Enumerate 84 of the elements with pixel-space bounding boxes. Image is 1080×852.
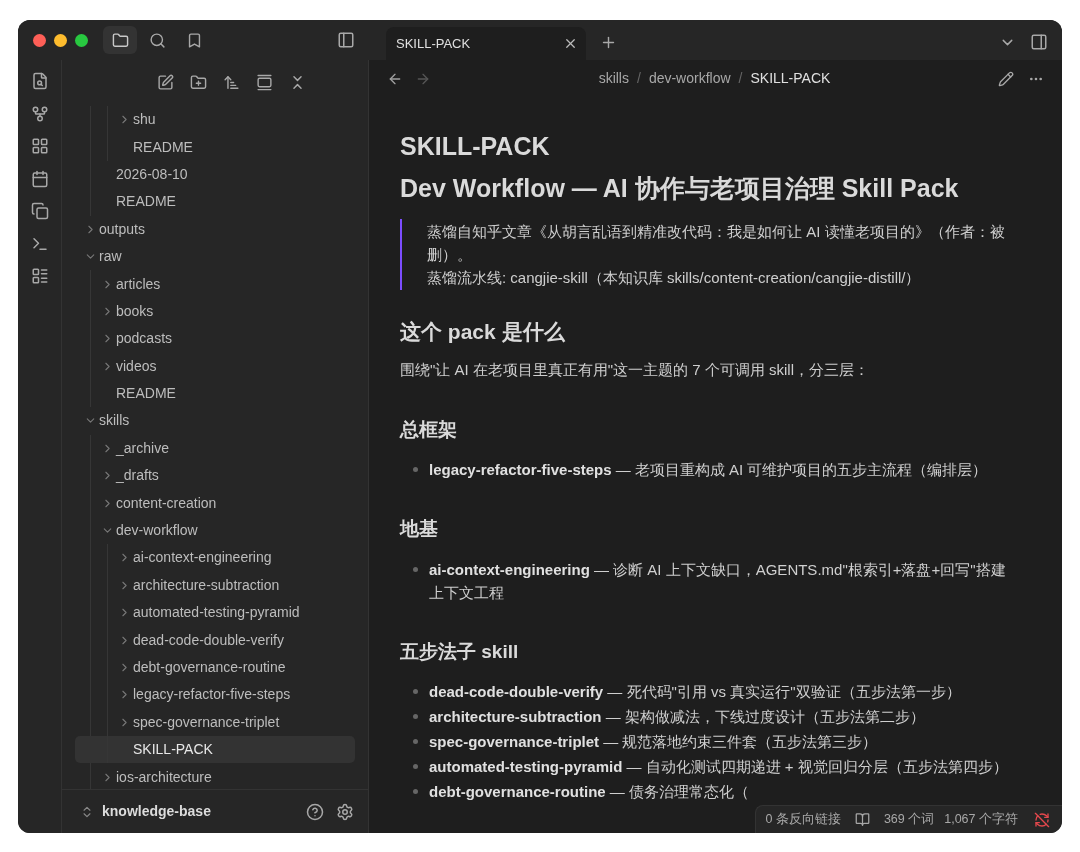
heading: 地基 [400, 517, 439, 541]
list-item: architecture-subtraction — 架构做减法，下线过度设计（五步法第二步） [429, 707, 925, 727]
close-icon[interactable] [563, 36, 578, 51]
list-item: legacy-refactor-five-steps — 老项目重构成 AI 可维护项目的五步主流程（编排层） [429, 460, 988, 480]
folder-item[interactable]: skills [75, 407, 355, 435]
folder-item[interactable]: debt-governance-routine [75, 653, 355, 682]
folder-item[interactable]: podcasts [75, 325, 355, 353]
list-item: ai-context-engineering — 诊断 AI 上下文缺口，AGENTS.md"根索引+落盘+回写"搭建上下文工程 [429, 559, 1007, 603]
edit-icon[interactable] [998, 70, 1014, 87]
folder-item[interactable]: shu [75, 106, 355, 134]
tab[interactable]: SKILL-PACK [386, 27, 586, 60]
breadcrumb-separator: / [637, 69, 641, 88]
file-item[interactable]: README [75, 379, 355, 408]
maximize-window-icon[interactable] [75, 33, 88, 47]
folder-item[interactable]: articles [75, 270, 355, 298]
folder-item[interactable]: automated-testing-pyramid [75, 599, 355, 627]
help-icon[interactable] [306, 802, 324, 821]
folder-item[interactable]: raw [75, 242, 355, 271]
bullet-icon [413, 566, 418, 572]
bookmark-icon[interactable] [186, 31, 203, 49]
heading: 这个 pack 是什么 [400, 319, 566, 345]
new-folder-icon[interactable] [189, 73, 207, 91]
quote-line: 蒸馏流水线: cangjie-skill（本知识库 skills/content-creation/cangjie-distill/） [427, 268, 922, 288]
heading: 总框架 [400, 417, 458, 442]
folder-item[interactable]: _archive [75, 434, 355, 463]
close-window-icon[interactable] [33, 33, 46, 47]
file-item[interactable]: README [75, 188, 355, 216]
backlinks-count[interactable]: 0 条反向链接 [765, 810, 841, 829]
bullet-icon [413, 714, 418, 719]
grid-icon[interactable] [30, 137, 49, 155]
folder-item[interactable]: dev-workflow [75, 516, 355, 545]
character-count: 1,067 个字符 [944, 811, 1018, 829]
folder-item[interactable]: legacy-refactor-five-steps [75, 681, 355, 709]
heading: Dev Workflow — AI 协作与老项目治理 Skill Pack [400, 173, 960, 204]
folder-item[interactable]: ios-architecture [75, 763, 355, 789]
copy-icon[interactable] [30, 202, 49, 220]
bullet-icon [413, 467, 418, 472]
sidebar-toggle-icon[interactable] [337, 31, 355, 49]
settings-icon[interactable] [336, 802, 354, 821]
folder-item[interactable]: spec-governance-triplet [75, 708, 355, 736]
calendar-icon[interactable] [30, 169, 49, 188]
folder-item[interactable]: outputs [75, 215, 355, 243]
breadcrumb-item[interactable]: dev-workflow [648, 68, 731, 89]
book-icon[interactable] [854, 812, 870, 827]
breadcrumb-separator: / [738, 69, 743, 88]
auto-reveal-icon[interactable] [255, 73, 273, 91]
folder-item[interactable]: ai-context-engineering [75, 544, 355, 572]
folder-item[interactable]: dead-code-double-verify [75, 626, 355, 654]
folder-item[interactable]: _drafts [75, 462, 355, 490]
folder-item[interactable]: videos [75, 352, 355, 380]
heading: SKILL-PACK [400, 131, 551, 162]
heading: 五步法子 skill [400, 639, 520, 664]
list-icon[interactable] [30, 267, 49, 285]
folder-icon [111, 31, 129, 49]
paragraph: 围绕"让 AI 在老项目里真正有用"这一主题的 7 个可调用 skill，分三层： [400, 359, 870, 380]
folder-tab-button[interactable] [103, 26, 137, 54]
file-item[interactable]: README [75, 133, 355, 161]
minimize-window-icon[interactable] [54, 33, 67, 47]
bullet-icon [413, 789, 418, 794]
bullet-icon [413, 764, 418, 769]
breadcrumb-item[interactable]: SKILL-PACK [750, 68, 831, 89]
folder-item[interactable]: books [75, 297, 355, 326]
folder-item[interactable]: architecture-subtraction [75, 571, 355, 600]
file-item[interactable]: SKILL-PACK [75, 736, 355, 764]
right-sidebar-toggle-icon[interactable] [1030, 33, 1048, 51]
sort-icon[interactable] [222, 73, 240, 91]
new-tab-icon[interactable] [600, 34, 617, 51]
search-icon[interactable] [149, 31, 166, 49]
new-note-icon[interactable] [156, 73, 174, 91]
breadcrumb-item[interactable]: skills [598, 68, 629, 89]
file-search-icon[interactable] [30, 72, 49, 90]
list-item: automated-testing-pyramid — 自动化测试四期递进 + 视觉回归分层（五步法第四步） [429, 757, 1008, 777]
sync-off-icon[interactable] [1034, 811, 1050, 828]
file-item[interactable]: 2026-08-10 [75, 160, 355, 189]
quote-line: 蒸馏自知乎文章《从胡言乱语到精准改代码：我是如何让 AI 读懂老项目的》（作者：被删）。 [427, 222, 1006, 265]
list-item: dead-code-double-verify — 死代码"引用 vs 真实运行"双验证（五步法第一步） [429, 682, 961, 702]
list-item: spec-governance-triplet — 规范落地约束三件套（五步法第三步） [429, 732, 878, 752]
word-count: 369 个词 [883, 811, 935, 829]
bullet-icon [413, 689, 418, 694]
list-item: debt-governance-routine — 债务治理常态化（ [429, 782, 750, 802]
graph-icon[interactable] [30, 104, 49, 123]
bullet-icon [413, 739, 418, 744]
vault-name[interactable]: knowledge-base [102, 801, 211, 822]
folder-item[interactable]: content-creation [75, 489, 355, 517]
